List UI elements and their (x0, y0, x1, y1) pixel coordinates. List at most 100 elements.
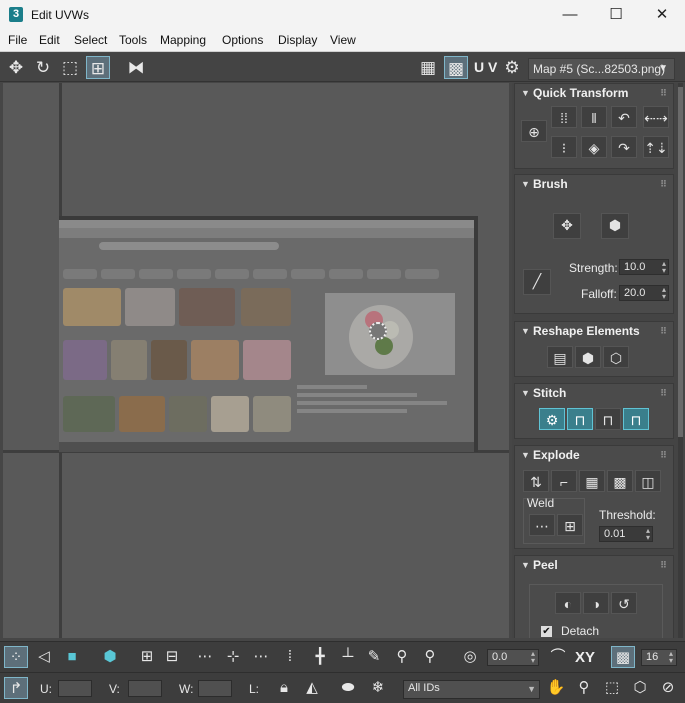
zoom-region-icon[interactable]: ⬚ (600, 677, 624, 699)
menu-tools[interactable]: Tools (119, 33, 147, 47)
edge-mode-icon[interactable]: ◁ (32, 646, 56, 668)
relax-icon[interactable]: ⬡ (603, 346, 629, 368)
xy-space-label[interactable]: XY (575, 649, 595, 666)
polygon-mode-icon[interactable]: ■ (60, 646, 84, 668)
rotate-ccw-icon[interactable]: ↶ (611, 106, 637, 128)
loop-icon[interactable]: ⋯ (193, 646, 217, 668)
menu-file[interactable]: File (8, 33, 27, 47)
soft-selection-icon[interactable]: ◎ (458, 646, 482, 668)
reset-peel-icon[interactable]: ↺ (611, 592, 637, 614)
rotate-amount-spinner[interactable]: 0.0 ▴ ▾ (487, 649, 539, 666)
menu-edit[interactable]: Edit (39, 33, 60, 47)
rotate-icon[interactable]: ↻ (31, 56, 55, 79)
enlarge-brush-icon[interactable]: ⚲ (390, 646, 414, 668)
pan-hand-icon[interactable]: ✋ (544, 677, 568, 699)
map-dropdown[interactable]: Map #5 (Sc...82503.png) ▼ (528, 58, 675, 80)
element-mode-icon[interactable]: ⬢ (98, 646, 122, 668)
freeze-icon[interactable]: ❄ (366, 677, 390, 699)
peel-header[interactable]: ▼ Peel ⠿ (515, 556, 673, 574)
weld-selected-icon[interactable]: ⋯ (529, 514, 555, 536)
scale-icon[interactable]: ⬚ (58, 56, 82, 79)
menu-view[interactable]: View (330, 33, 356, 47)
zoom-extents-icon[interactable]: ⬡ (628, 677, 652, 699)
maximize-button[interactable]: ☐ (593, 0, 639, 30)
hide-icon[interactable]: ⬬ (336, 677, 360, 699)
scrollbar-thumb[interactable] (678, 87, 683, 437)
detach-checkbox[interactable]: ✔ (541, 626, 552, 637)
zoom-selected-icon[interactable]: ⊘ (656, 677, 680, 699)
checker-pattern-icon[interactable]: ▦ (416, 56, 440, 79)
align-to-edge-icon[interactable]: ⁝ (551, 136, 577, 158)
lock-icon[interactable]: 🔒︎ (272, 677, 296, 699)
stitch-to-target-icon[interactable]: ⊓ (567, 408, 593, 430)
stitch-to-source-icon[interactable]: ⊓ (623, 408, 649, 430)
set-pivot-icon[interactable]: ⊕ (521, 120, 547, 142)
command-panel-scrollbar[interactable] (678, 83, 683, 638)
weld-all-icon[interactable]: ⊞ (557, 514, 583, 536)
paint-move-icon[interactable]: ✥ (553, 213, 581, 239)
close-button[interactable]: ✕ (639, 0, 685, 30)
align-vertical-icon[interactable]: ‖ (581, 106, 607, 128)
threshold-spinner[interactable]: 0.01 ▴ ▾ (599, 526, 653, 542)
explode-by-material-icon[interactable]: ▦ (579, 470, 605, 492)
align-horizontal-icon[interactable]: ⁞⁞ (551, 106, 577, 128)
peel-mode-icon[interactable]: ◑ (583, 592, 609, 614)
reshape-elements-header[interactable]: ▼ Reshape Elements ⠿ (515, 322, 673, 340)
loop-grow-icon[interactable]: ⊹ (221, 646, 245, 668)
rotate-cw-icon[interactable]: ↷ (611, 136, 637, 158)
grow-selection-icon[interactable]: ⊞ (135, 646, 159, 668)
minimize-button[interactable]: — (547, 0, 593, 30)
shrink-selection-icon[interactable]: ⊟ (160, 646, 184, 668)
falloff-curve-icon[interactable]: ╱ (523, 269, 551, 295)
quick-peel-icon[interactable]: ◐ (555, 592, 581, 614)
space-horizontal-icon[interactable]: ⇠⇢ (643, 106, 669, 128)
material-ids-dropdown[interactable]: All IDs ▼ (403, 680, 540, 699)
explode-to-smoothing-icon[interactable]: ⌐ (551, 470, 577, 492)
linear-align-icon[interactable]: ◈ (581, 136, 607, 158)
zoom-icon[interactable]: ⚲ (572, 677, 596, 699)
checker-show-icon[interactable]: ▩ (444, 56, 468, 79)
relax-brush-icon[interactable]: ⬢ (601, 213, 629, 239)
explode-by-edge-icon[interactable]: ◫ (635, 470, 661, 492)
grid-size-spinner[interactable]: 16 ▴ ▾ (641, 649, 677, 666)
brush-header[interactable]: ▼ Brush ⠿ (515, 175, 673, 193)
v-field[interactable] (128, 680, 162, 697)
menu-display[interactable]: Display (278, 33, 317, 47)
uv-viewport[interactable] (3, 83, 509, 638)
stitch-header[interactable]: ▼ Stitch ⠿ (515, 384, 673, 402)
move-icon[interactable]: ✥ (4, 56, 28, 79)
mirror-icon[interactable]: ⧓ (124, 56, 148, 79)
texture-settings-icon[interactable]: ⚙ (500, 56, 524, 79)
space-vertical-icon[interactable]: ⇡⇣ (643, 136, 669, 158)
absolute-offset-icon[interactable]: ↱ (4, 677, 28, 699)
paint-select-icon[interactable]: ✎ (362, 646, 386, 668)
explode-header[interactable]: ▼ Explode ⠿ (515, 446, 673, 464)
stitch-average-icon[interactable]: ⊓ (595, 408, 621, 430)
ring-shrink-icon[interactable]: ┴ (336, 646, 360, 668)
falloff-spinner[interactable]: 20.0 ▴ ▾ (619, 285, 669, 301)
falloff-type-icon[interactable]: ⌒ (546, 646, 570, 668)
explode-by-polygon-icon[interactable]: ▩ (607, 470, 633, 492)
ring-grow-icon[interactable]: ╋ (308, 646, 332, 668)
relax-until-flat-icon[interactable]: ⬢ (575, 346, 601, 368)
w-field[interactable] (198, 680, 232, 697)
break-icon[interactable]: ⇅ (523, 470, 549, 492)
shrink-brush-icon[interactable]: ⚲ (418, 646, 442, 668)
menu-options[interactable]: Options (222, 33, 263, 47)
u-field[interactable] (58, 680, 92, 697)
menu-mapping[interactable]: Mapping (160, 33, 206, 47)
straighten-selection-icon[interactable]: ▤ (547, 346, 573, 368)
show-hidden-icon[interactable]: ◭ (300, 677, 324, 699)
strength-spinner[interactable]: 10.0 ▴ ▾ (619, 259, 669, 275)
grid-snap-icon[interactable]: ▩ (611, 646, 635, 668)
uv-axis-label[interactable]: U V (474, 59, 497, 75)
loop-shrink-icon[interactable]: ⋯ (249, 646, 273, 668)
stitch-custom-icon[interactable]: ⚙ (539, 408, 565, 430)
vertex-mode-icon[interactable]: ⁘ (4, 646, 28, 668)
quick-transform-header[interactable]: ▼ Quick Transform ⠿ (515, 84, 673, 102)
menu-select[interactable]: Select (74, 33, 107, 47)
freeform-icon[interactable]: ⊞ (86, 56, 110, 79)
peel-rollout: ▼ Peel ⠿ ◐ ◑ ↺ ✔ Detach (514, 555, 674, 638)
texture-thumbnail (63, 340, 107, 380)
ring-icon[interactable]: ⁞ (278, 646, 302, 668)
